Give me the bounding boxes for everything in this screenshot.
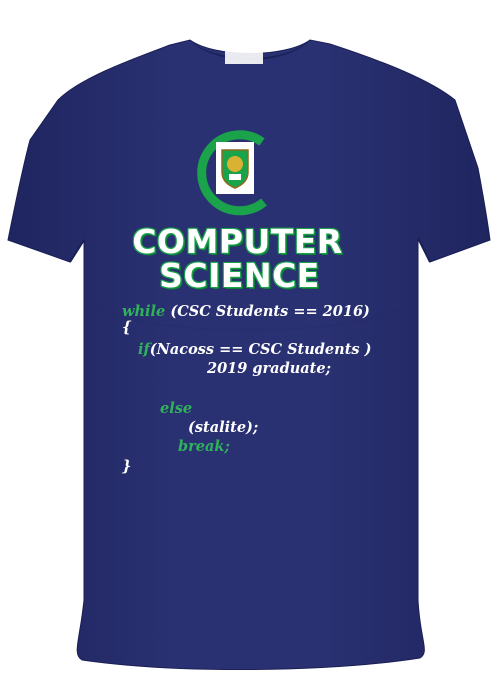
title-line-2: SCIENCE [159, 256, 320, 295]
keyword-else: else [160, 400, 193, 417]
code-line-3: if(Nacoss == CSC Students ) [138, 341, 371, 358]
code-line-1: while (CSC Students == 2016) [122, 303, 370, 320]
code-text: (CSC Students == 2016) [170, 303, 370, 320]
code-line-8: } [122, 458, 132, 475]
code-line-4: 2019 graduate; [207, 360, 331, 377]
code-line-2: { [122, 319, 132, 336]
crest-icon [197, 130, 267, 216]
code-line-6: (stalite); [188, 419, 259, 436]
shirt-print: COMPUTER SCIENCE while (CSC Students == … [0, 0, 499, 682]
code-text: (Nacoss == CSC Students ) [149, 341, 372, 358]
keyword-break: break; [178, 438, 230, 455]
keyword-while: while [122, 303, 166, 320]
keyword-if: if [138, 341, 150, 358]
